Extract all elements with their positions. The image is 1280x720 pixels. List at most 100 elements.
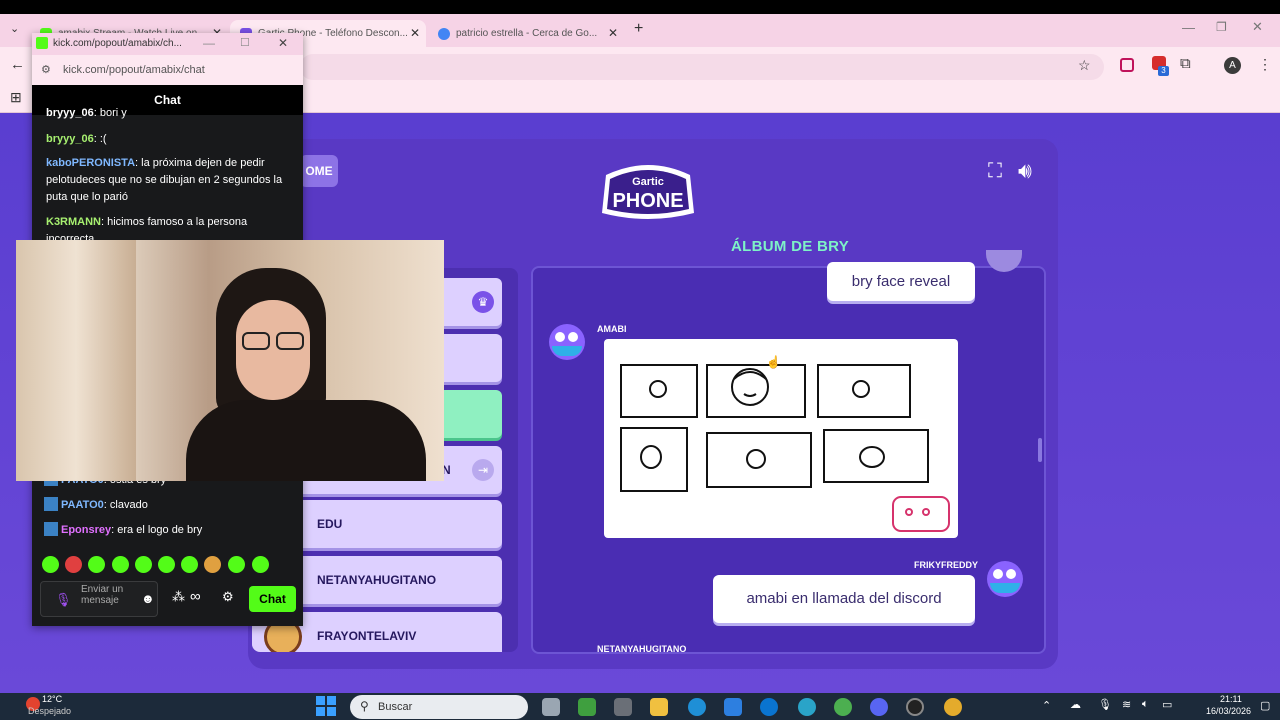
weather-description: Despejado [28, 706, 72, 716]
emote-icon[interactable] [112, 556, 129, 573]
infinity-icon[interactable]: ∞ [190, 588, 201, 605]
store-icon[interactable] [724, 698, 742, 716]
chat-username[interactable]: K3RMANN [46, 216, 101, 228]
close-window-icon[interactable]: ✕ [1252, 19, 1263, 35]
file-explorer-icon[interactable] [650, 698, 668, 716]
crown-icon: ♛ [472, 291, 494, 313]
entry-author: NETANYAHUGITANO [597, 644, 687, 654]
users-icon[interactable]: ⁂ [172, 589, 185, 605]
chat-input[interactable]: 🎙︎ Enviar un mensaje ☻ [40, 581, 158, 617]
clock-date[interactable]: 16/03/2026 [1206, 706, 1251, 716]
obs-icon[interactable] [906, 698, 924, 716]
minimize-icon[interactable]: — [203, 36, 215, 50]
close-window-icon[interactable]: ✕ [278, 36, 288, 50]
emote-icon[interactable] [88, 556, 105, 573]
glasses-lens [276, 332, 304, 350]
player-name: FRAYONTELAVIV [317, 629, 417, 643]
popout-urlbar: ⚙︎ kick.com/popout/amabix/chat [32, 55, 303, 85]
emoji-icon[interactable]: ☻ [141, 591, 155, 606]
tab-label: patricio estrella - Cerca de Go... [456, 28, 598, 39]
emote-icon[interactable] [158, 556, 175, 573]
restore-icon[interactable]: ☐ [240, 36, 250, 49]
popout-url: kick.com/popout/amabix/chat [63, 64, 205, 76]
mouse-cursor-icon: ☝ [766, 355, 781, 369]
bookmark-star-icon[interactable]: ☆ [1078, 57, 1091, 74]
chrome-icon[interactable] [834, 698, 852, 716]
clock-time[interactable]: 21:11 [1220, 694, 1242, 704]
google-favicon-icon [438, 27, 450, 40]
restore-icon[interactable]: ❐ [1216, 20, 1227, 34]
emote-icon[interactable] [252, 556, 269, 573]
close-tab-icon[interactable]: ✕ [410, 26, 420, 40]
notification-icon[interactable]: ▢ [1260, 699, 1270, 712]
person-face [236, 300, 310, 400]
task-view-icon[interactable] [542, 698, 560, 716]
emote-icon[interactable] [42, 556, 59, 573]
apps-grid-icon[interactable]: ⊞ [10, 89, 22, 106]
home-button[interactable]: OME [300, 155, 338, 187]
chat-username[interactable]: PAATO0 [61, 499, 104, 511]
app-icon[interactable] [614, 698, 632, 716]
emote-icon[interactable] [204, 556, 221, 573]
extensions-puzzle-icon[interactable]: ⧉ [1180, 55, 1191, 72]
edge-icon[interactable] [688, 698, 706, 716]
album-title: ÁLBUM DE BRY [730, 238, 850, 255]
chat-send-button[interactable]: Chat [249, 586, 296, 612]
site-info-icon[interactable]: ⚙︎ [41, 63, 51, 76]
youtube-extension-icon[interactable] [1120, 58, 1134, 72]
chat-message: kaboPERONISTA: la próxima dejen de pedir… [46, 157, 283, 203]
wifi-icon[interactable]: ≋ [1122, 698, 1131, 711]
kick-favicon-icon [36, 37, 48, 49]
app-icon[interactable] [798, 698, 816, 716]
taskbar-search[interactable]: ⚲ Buscar [350, 695, 528, 719]
back-arrow-icon[interactable]: ← [10, 56, 25, 73]
chat-username[interactable]: kaboPERONISTA [46, 157, 135, 169]
entry-author: FRIKYFREDDY [914, 560, 979, 570]
hp-icon[interactable] [760, 698, 778, 716]
tray-icon[interactable]: ☁ [1070, 698, 1081, 711]
entry-author: AMABI [597, 324, 627, 334]
logo-top-text: Gartic [632, 176, 664, 188]
player-name: NETANYAHUGITANO [317, 573, 437, 587]
new-tab-button[interactable]: + [634, 20, 643, 38]
emote-icon[interactable] [65, 556, 82, 573]
text-entry-bubble: bry face reveal [827, 262, 975, 301]
frikyfreddy-avatar [987, 561, 1023, 597]
chat-username[interactable]: bryyy_06 [46, 107, 94, 119]
windows-start-icon[interactable] [316, 696, 336, 716]
chat-username[interactable]: bryyy_06 [46, 133, 94, 145]
glasses-lens [242, 332, 270, 350]
logo-bottom-text: PHONE [612, 190, 683, 212]
emote-icon[interactable] [228, 556, 245, 573]
emote-icon[interactable] [181, 556, 198, 573]
discord-icon[interactable] [870, 698, 888, 716]
webcam-overlay [16, 240, 444, 481]
tab-google[interactable]: patricio estrella - Cerca de Go... ✕ [428, 20, 624, 47]
entry-text: bry face reveal [851, 273, 951, 290]
microphone-icon[interactable]: 🎙︎ [55, 592, 72, 608]
emote-icon[interactable] [135, 556, 152, 573]
volume-icon[interactable]: 🔈︎ [1142, 698, 1149, 711]
kick-player-icon[interactable]: ⇥ [472, 459, 494, 481]
battery-icon[interactable]: ▭ [1162, 698, 1172, 711]
settings-gear-icon[interactable]: ⚙︎ [222, 589, 234, 605]
chevron-up-icon[interactable]: ⌃ [1042, 699, 1051, 712]
search-placeholder: Buscar [378, 701, 413, 713]
chat-username[interactable]: Eponsrey [61, 524, 111, 536]
chat-text: era el logo de bry [117, 524, 203, 536]
chat-text: clavado [109, 499, 148, 511]
extension-badge: 3 [1158, 66, 1169, 76]
amabi-avatar [549, 324, 585, 360]
profile-avatar[interactable]: A [1224, 57, 1241, 74]
speaker-icon[interactable]: 🔊︎ [1018, 158, 1032, 184]
chrome-active-icon[interactable] [944, 698, 962, 716]
fullscreen-icon[interactable]: ⛶ [988, 160, 1002, 183]
microphone-icon[interactable]: 🎙︎ [1098, 698, 1112, 711]
minimize-icon[interactable]: — [1182, 20, 1195, 35]
menu-kebab-icon[interactable]: ⋮ [1258, 56, 1272, 73]
address-bar[interactable]: ☆ [300, 54, 1104, 80]
tab-search-icon[interactable]: ⌄ [10, 22, 19, 35]
album-scrollbar[interactable] [1038, 438, 1042, 462]
close-tab-icon[interactable]: ✕ [608, 26, 618, 40]
minecraft-icon[interactable] [578, 698, 596, 716]
